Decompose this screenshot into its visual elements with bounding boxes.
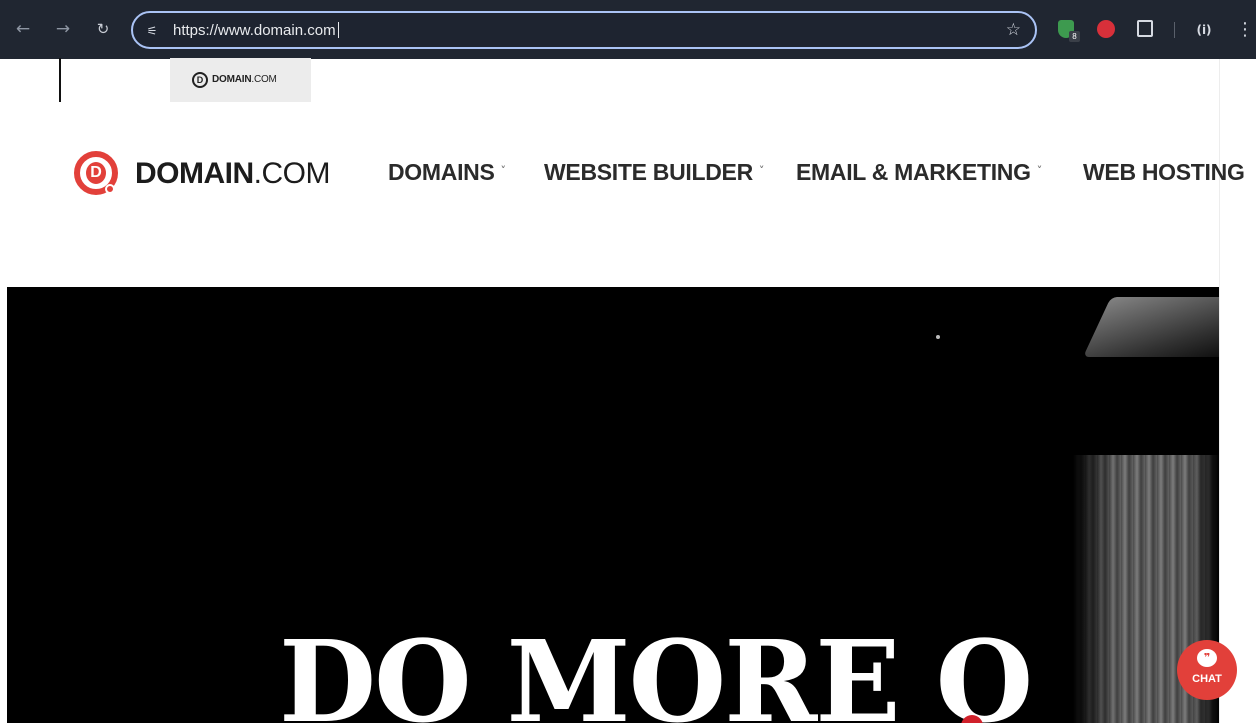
hero-speck (936, 335, 940, 339)
profile-icon[interactable]: (i) (1191, 20, 1217, 40)
hero-ceiling-light (1083, 297, 1219, 357)
nav-website-builder[interactable]: WEBSITE BUILDER ˅ (544, 159, 764, 186)
kebab-menu-icon[interactable]: ⋮ (1236, 18, 1254, 42)
nav-web-hosting[interactable]: WEB HOSTING (1083, 159, 1245, 186)
text-cursor (59, 58, 61, 102)
hero-banner: DO MORE O (7, 287, 1219, 723)
mini-logo-icon: D (192, 72, 208, 88)
nav-label: WEB HOSTING (1083, 159, 1245, 185)
chat-button[interactable]: ❞ CHAT (1177, 640, 1237, 700)
nav-label: EMAIL & MARKETING (796, 159, 1031, 185)
logo-letter: D (86, 162, 106, 184)
extension-badge: 8 (1069, 31, 1080, 42)
star-icon[interactable]: ☆ (1006, 21, 1021, 39)
nav-label: DOMAINS (388, 159, 495, 185)
reload-icon[interactable]: ↻ (92, 18, 114, 40)
chevron-down-icon: ˅ (1036, 164, 1043, 177)
nav-label: WEBSITE BUILDER (544, 159, 753, 185)
chat-label: CHAT (1192, 673, 1222, 685)
address-bar[interactable]: ⚟ https://www.domain.com ☆ (131, 11, 1037, 49)
logo-dot (105, 184, 115, 194)
tooltip-logo-text: DOMAIN.COM (212, 74, 277, 85)
chevron-down-icon: ˅ (500, 164, 507, 177)
forward-arrow-icon[interactable]: → (52, 18, 74, 40)
back-arrow-icon[interactable]: ← (12, 18, 34, 40)
toolbar-divider (1174, 22, 1175, 38)
logo-wordmark: DOMAIN.COM (135, 157, 330, 190)
browser-toolbar: ← → ↻ ⚟ https://www.domain.com ☆ 8 (i) ⋮ (0, 0, 1256, 59)
url-input[interactable]: https://www.domain.com (173, 22, 339, 39)
hero-headline: DO MORE O (279, 617, 1033, 723)
site-info-icon[interactable]: ⚟ (143, 22, 161, 40)
red-extension-icon[interactable] (1097, 20, 1115, 38)
shield-extension-icon[interactable]: 8 (1058, 20, 1080, 42)
nav-domains[interactable]: DOMAINS ˅ (388, 159, 506, 186)
logo-alt-tooltip: D DOMAIN.COM (170, 58, 311, 102)
text-caret (337, 22, 339, 38)
puzzle-extensions-icon[interactable] (1137, 20, 1153, 37)
chat-bubble-icon: ❞ (1197, 649, 1217, 667)
chevron-down-icon: ˅ (758, 164, 765, 177)
nav-email-marketing[interactable]: EMAIL & MARKETING ˅ (796, 159, 1042, 186)
